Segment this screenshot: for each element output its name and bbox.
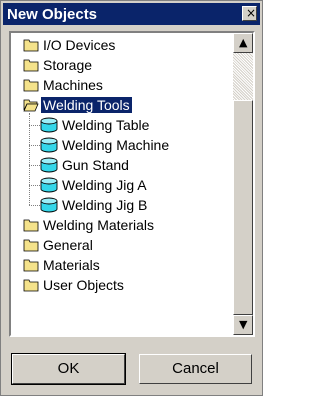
cylinder-icon: [40, 177, 58, 193]
scroll-track[interactable]: [233, 53, 253, 315]
tree-folder-item[interactable]: Welding Tools: [11, 95, 233, 115]
scroll-down-button[interactable]: ▼: [233, 315, 253, 335]
tree-item-label: Welding Table: [62, 117, 150, 133]
folder-closed-icon: [23, 237, 39, 253]
dialog-title: New Objects: [7, 6, 98, 23]
cancel-button[interactable]: Cancel: [139, 354, 252, 384]
tree-object-item[interactable]: Welding Table: [11, 115, 233, 135]
folder-closed-icon: [23, 57, 39, 73]
tree-item-label: Welding Materials: [43, 217, 155, 233]
cylinder-icon: [40, 197, 58, 213]
cylinder-icon: [40, 137, 58, 153]
tree-folder-item[interactable]: User Objects: [11, 275, 233, 295]
tree-branch-line: [29, 185, 40, 186]
tree-object-item[interactable]: Gun Stand: [11, 155, 233, 175]
folder-closed-icon: [23, 77, 39, 93]
vertical-scrollbar[interactable]: ▲ ▼: [233, 33, 253, 335]
ok-button[interactable]: OK: [11, 353, 126, 385]
tree-item-label: User Objects: [43, 277, 124, 293]
scroll-thumb[interactable]: [233, 100, 253, 315]
tree-item-label: Welding Machine: [62, 137, 170, 153]
tree-folder-item[interactable]: Machines: [11, 75, 233, 95]
tree-folder-item[interactable]: Materials: [11, 255, 233, 275]
tree-item-label: General: [43, 237, 93, 253]
tree-item-label: Machines: [43, 77, 103, 93]
folder-closed-icon: [23, 277, 39, 293]
tree-branch-line: [29, 165, 40, 166]
tree-item-label: I/O Devices: [43, 37, 116, 53]
tree-item-label: Welding Jig A: [62, 177, 147, 193]
folder-open-icon: [23, 97, 39, 113]
folder-closed-icon: [23, 257, 39, 273]
close-button[interactable]: ×: [242, 6, 257, 21]
tree-list: I/O Devices Storage Machines Welding Tools W…: [11, 33, 233, 335]
cylinder-icon: [40, 117, 58, 133]
tree-object-item[interactable]: Welding Jig A: [11, 175, 233, 195]
tree-folder-item[interactable]: Welding Materials: [11, 215, 233, 235]
folder-closed-icon: [23, 217, 39, 233]
close-icon: ×: [246, 6, 257, 20]
scroll-up-button[interactable]: ▲: [233, 33, 253, 53]
new-objects-dialog: New Objects × I/O Devices Storage Machines…: [0, 0, 263, 396]
tree-branch-line: [29, 125, 40, 126]
tree-object-item[interactable]: Welding Jig B: [11, 195, 233, 215]
tree-object-item[interactable]: Welding Machine: [11, 135, 233, 155]
tree-folder-item[interactable]: Storage: [11, 55, 233, 75]
title-bar[interactable]: New Objects ×: [3, 3, 260, 25]
arrow-up-icon: ▲: [239, 36, 248, 49]
tree-item-label: Storage: [43, 57, 93, 73]
tree-branch-line: [29, 145, 40, 146]
tree-item-label: Gun Stand: [62, 157, 129, 173]
object-tree-view[interactable]: I/O Devices Storage Machines Welding Tools W…: [9, 31, 255, 337]
tree-item-label: Welding Jig B: [62, 197, 148, 213]
tree-folder-item[interactable]: I/O Devices: [11, 35, 233, 55]
cylinder-icon: [40, 157, 58, 173]
tree-folder-item[interactable]: General: [11, 235, 233, 255]
arrow-down-icon: ▼: [239, 318, 248, 331]
tree-branch-line: [29, 205, 40, 206]
tree-item-label: Materials: [43, 257, 100, 273]
tree-item-label: Welding Tools: [40, 96, 133, 114]
folder-closed-icon: [23, 37, 39, 53]
